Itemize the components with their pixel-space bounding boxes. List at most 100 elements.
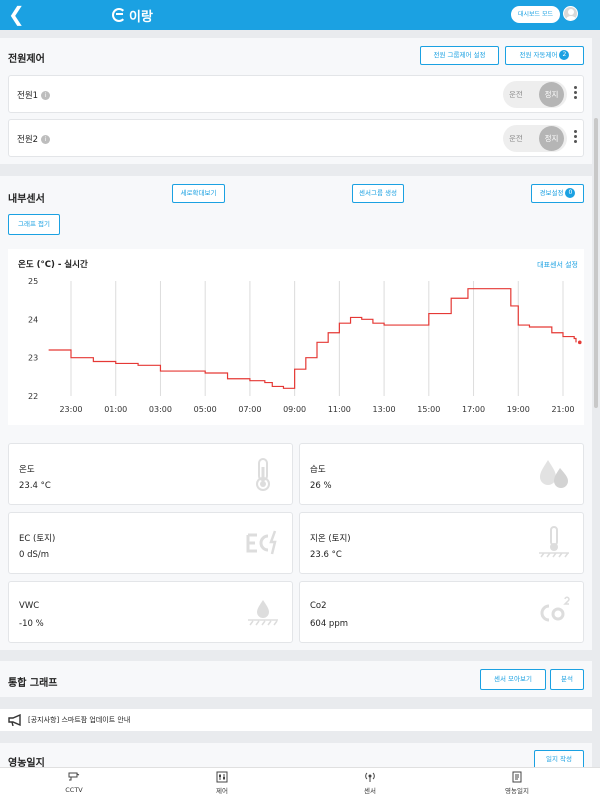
cctv-icon bbox=[68, 772, 80, 781]
notice-bar[interactable]: [공지사항] 스마트팜 업데이트 안내 bbox=[0, 709, 592, 731]
sensor-card-ec[interactable]: EC (토지) 0 dS/m bbox=[8, 512, 293, 574]
sensor-label: EC (토지) bbox=[19, 534, 56, 544]
nav-label: 제어 bbox=[216, 787, 228, 795]
power-auto-control-label: 전원 자동제어 bbox=[519, 51, 558, 59]
vertical-view-button[interactable]: 세로확대보기 bbox=[172, 184, 225, 203]
alarm-settings-label: 경보설정 bbox=[539, 189, 564, 197]
sensor-label: 습도 bbox=[310, 465, 326, 475]
power-name: 전원1 bbox=[17, 91, 39, 101]
power-run-stop-toggle[interactable]: 운전 정지 bbox=[503, 125, 567, 152]
top-bar: ❮ 이랑 대시보드 모드 bbox=[0, 0, 600, 30]
bottom-nav: CCTV 제어 센서 영농일지 bbox=[0, 767, 600, 800]
x-tick-label: 15:00 bbox=[417, 405, 440, 414]
stop-option[interactable]: 정지 bbox=[539, 126, 564, 151]
alarm-count-badge: 0 bbox=[565, 188, 576, 198]
x-tick-label: 05:00 bbox=[194, 405, 217, 414]
farm-log-icon bbox=[512, 771, 522, 783]
y-tick-label: 22 bbox=[28, 392, 38, 401]
series-last-point bbox=[577, 340, 582, 345]
x-tick-label: 19:00 bbox=[507, 405, 530, 414]
integrated-graph-section: 통합 그래프 센서 모아보기 분석 bbox=[0, 661, 592, 697]
x-tick-label: 17:00 bbox=[462, 405, 485, 414]
alarm-settings-button[interactable]: 경보설정 0 bbox=[531, 184, 584, 203]
section-title-internal-sensor: 내부센서 bbox=[8, 194, 45, 205]
sensor-value: 26 % bbox=[310, 481, 332, 491]
nav-item-farm-log[interactable]: 영농일지 bbox=[487, 771, 547, 796]
analysis-button[interactable]: 분석 bbox=[550, 669, 584, 690]
sensor-view-button[interactable]: 센서 모아보기 bbox=[480, 669, 546, 690]
sensor-card-humidity[interactable]: 습도 26 % bbox=[299, 443, 584, 505]
power-auto-control-button[interactable]: 전원 자동제어 2 bbox=[505, 46, 584, 65]
info-icon[interactable]: i bbox=[41, 91, 51, 100]
sensor-value: 0 dS/m bbox=[19, 550, 50, 560]
logo-mark-icon bbox=[112, 8, 126, 22]
dashboard-mode-button[interactable]: 대시보드 모드 bbox=[511, 6, 560, 23]
info-icon[interactable]: i bbox=[41, 135, 51, 144]
sensor-card-temperature[interactable]: 온도 23.4 °C bbox=[8, 443, 293, 505]
graph-collapse-button[interactable]: 그래프 접기 bbox=[8, 214, 60, 235]
sensor-card-vwc[interactable]: VWC -10 % bbox=[8, 581, 293, 643]
y-tick-label: 25 bbox=[28, 277, 38, 286]
temperature-chart-card: 온도 (°C) - 실시간 대표센서 설정 25 24 23 22 23:00 01:00… bbox=[8, 249, 584, 425]
more-options-icon[interactable] bbox=[574, 130, 578, 146]
x-tick-label: 13:00 bbox=[373, 405, 396, 414]
back-icon[interactable]: ❮ bbox=[8, 3, 25, 25]
power-row-label: 전원2 i bbox=[17, 133, 51, 145]
sensor-value: 23.6 °C bbox=[310, 550, 342, 560]
avatar[interactable] bbox=[563, 6, 578, 21]
y-tick-label: 24 bbox=[28, 315, 38, 324]
power-group-control-button[interactable]: 전원 그룹제어 설정 bbox=[420, 46, 499, 65]
create-sensor-group-button[interactable]: 센서그룹 생성 bbox=[352, 184, 404, 203]
thermometer-icon bbox=[256, 458, 270, 491]
temperature-series-line bbox=[48, 288, 577, 389]
power-row: 전원1 i 운전 정지 bbox=[8, 75, 584, 113]
x-tick-label: 11:00 bbox=[328, 405, 351, 414]
notice-text: [공지사항] 스마트팜 업데이트 안내 bbox=[28, 716, 131, 724]
power-row: 전원2 i 운전 정지 bbox=[8, 119, 584, 157]
x-tick-label: 03:00 bbox=[149, 405, 172, 414]
temperature-line-chart: 25 24 23 22 23:00 01:00 03:00 05:00 07:00 09:00 11… bbox=[28, 277, 582, 414]
run-option[interactable]: 운전 bbox=[509, 133, 523, 144]
nav-label: 센서 bbox=[364, 787, 376, 795]
sensor-card-soil-temperature[interactable]: 지온 (토지) 23.6 °C bbox=[299, 512, 584, 574]
ec-icon bbox=[246, 530, 277, 555]
co2-icon bbox=[540, 596, 570, 622]
nav-label: CCTV bbox=[65, 786, 83, 794]
run-option[interactable]: 운전 bbox=[509, 89, 523, 100]
nav-label: 영농일지 bbox=[505, 787, 529, 795]
nav-item-cctv[interactable]: CCTV bbox=[44, 771, 104, 795]
megaphone-icon bbox=[8, 714, 21, 726]
more-options-icon[interactable] bbox=[574, 86, 578, 102]
x-tick-label: 21:00 bbox=[551, 405, 574, 414]
sensor-label: 온도 bbox=[19, 465, 35, 475]
auto-control-count-badge: 2 bbox=[559, 50, 570, 60]
sensor-value: 23.4 °C bbox=[19, 481, 51, 491]
farm-log-section: 영농일지 일지 작성 bbox=[0, 743, 592, 769]
logo-text: 이랑 bbox=[129, 9, 153, 25]
power-name: 전원2 bbox=[17, 135, 39, 145]
soil-moisture-icon bbox=[248, 600, 278, 626]
app-logo[interactable]: 이랑 bbox=[112, 5, 153, 25]
control-icon bbox=[216, 771, 228, 783]
scrollbar[interactable] bbox=[594, 118, 598, 408]
power-row-label: 전원1 i bbox=[17, 89, 51, 101]
sensor-label: 지온 (토지) bbox=[310, 534, 351, 544]
sensor-label: Co2 bbox=[310, 601, 327, 611]
sensor-value: -10 % bbox=[19, 619, 44, 629]
sensor-card-co2[interactable]: Co2 604 ppm bbox=[299, 581, 584, 643]
stop-option[interactable]: 정지 bbox=[539, 82, 564, 107]
power-run-stop-toggle[interactable]: 운전 정지 bbox=[503, 81, 567, 108]
sensor-icon bbox=[365, 772, 375, 782]
nav-item-sensor[interactable]: 센서 bbox=[340, 771, 400, 796]
x-tick-label: 07:00 bbox=[238, 405, 261, 414]
sensor-label: VWC bbox=[19, 601, 40, 611]
section-title-integrated-graph: 통합 그래프 bbox=[8, 678, 58, 689]
x-tick-label: 23:00 bbox=[59, 405, 82, 414]
x-tick-label: 09:00 bbox=[283, 405, 306, 414]
humidity-icon bbox=[540, 460, 568, 488]
nav-item-control[interactable]: 제어 bbox=[192, 771, 252, 796]
section-title-power: 전원제어 bbox=[8, 54, 45, 65]
y-tick-label: 23 bbox=[28, 354, 38, 363]
sensor-value: 604 ppm bbox=[310, 619, 348, 629]
x-tick-label: 01:00 bbox=[104, 405, 127, 414]
